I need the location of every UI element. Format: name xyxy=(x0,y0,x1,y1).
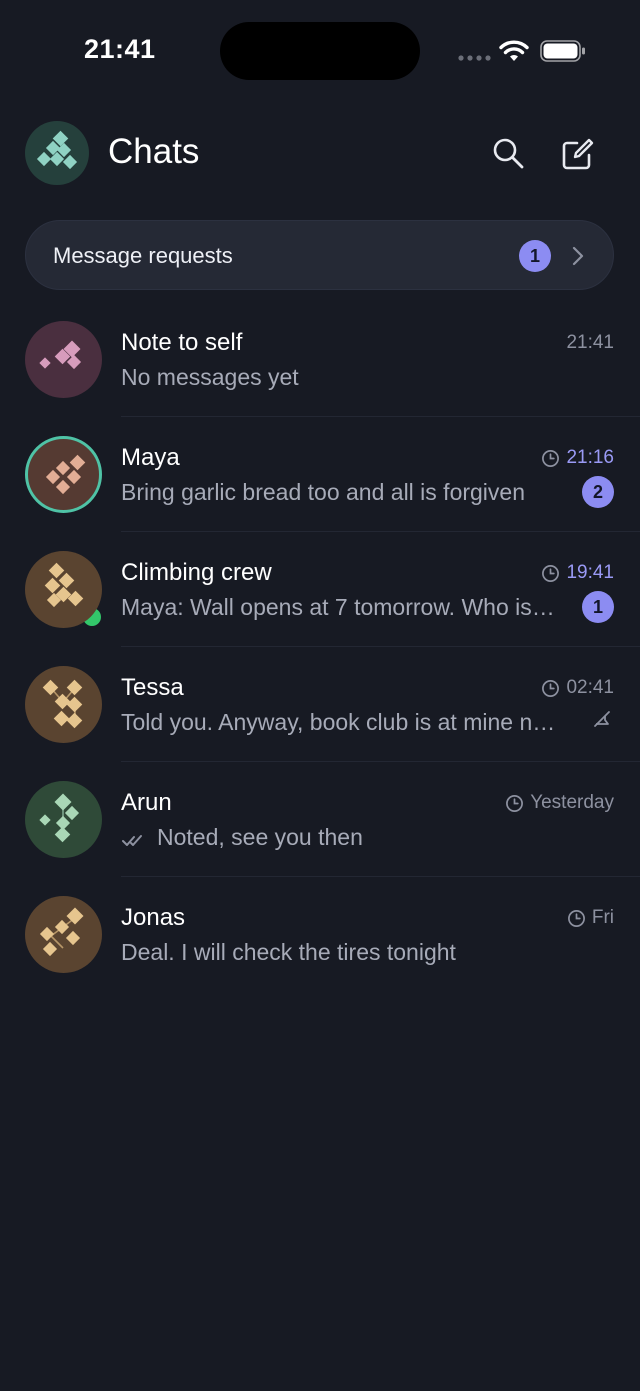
chat-name: Tessa xyxy=(121,674,184,701)
message-requests-button[interactable]: Message requests 1 xyxy=(25,220,614,290)
avatar xyxy=(25,321,102,398)
profile-avatar[interactable] xyxy=(25,121,89,185)
chat-time: Fri xyxy=(567,907,614,929)
wifi-icon xyxy=(499,40,529,61)
avatar-pattern xyxy=(42,679,83,729)
chat-time: 21:16 xyxy=(541,447,614,469)
chat-name: Maya xyxy=(121,444,180,471)
page-title: Chats xyxy=(108,132,200,171)
avatar-pattern xyxy=(39,907,84,957)
avatar xyxy=(25,781,102,858)
chat-time: 02:41 xyxy=(541,677,614,699)
chat-row-maya[interactable]: Maya Bring garlic bread too and all is f… xyxy=(0,417,640,629)
chat-name: Note to self xyxy=(121,329,243,356)
chat-name: Climbing crew xyxy=(121,559,272,586)
avatar xyxy=(25,896,102,973)
avatar xyxy=(25,551,102,628)
chat-name: Jonas xyxy=(121,904,186,931)
profile-avatar-pattern xyxy=(36,130,78,170)
chats-screen: 21:41 Chats Message requests 1 Note to s… xyxy=(0,0,640,1391)
chat-time-label: Yesterday xyxy=(530,792,614,813)
signal-icon xyxy=(458,55,491,61)
message-requests-label: Message requests xyxy=(53,243,233,268)
chat-row-note-to-self[interactable]: Note to self No messages yet 21:41 xyxy=(0,302,640,417)
chat-time-label: Fri xyxy=(591,907,614,928)
chat-row-arun[interactable]: Arun Noted, see you then Yesterday xyxy=(0,762,640,877)
message-requests-count-badge: 1 xyxy=(519,240,551,272)
chat-preview: Deal. I will check the tires tonight xyxy=(121,939,456,965)
search-icon xyxy=(493,138,524,169)
chat-preview: Noted, see you then xyxy=(157,824,363,850)
compose-icon xyxy=(562,138,594,170)
clock-icon xyxy=(567,909,585,927)
clock-icon xyxy=(506,794,524,812)
chat-preview: Maya: Wall opens at 7 tomorrow. Who is i… xyxy=(121,594,561,620)
battery-icon xyxy=(540,40,585,62)
avatar-pattern xyxy=(45,454,86,495)
chevron-right-icon xyxy=(572,246,584,266)
clock-icon xyxy=(542,564,560,582)
chat-time-label: 19:41 xyxy=(566,562,614,583)
chat-row-jonas[interactable]: Jonas Deal. I will check the tires tonig… xyxy=(0,877,640,992)
avatar-pattern xyxy=(39,340,82,370)
status-bar: 21:41 xyxy=(0,0,640,100)
clock-icon xyxy=(542,449,560,467)
search-button[interactable] xyxy=(487,132,531,176)
unread-count-badge: 2 xyxy=(582,476,614,508)
status-time: 21:41 xyxy=(84,34,156,64)
avatar-pattern xyxy=(44,562,84,608)
chat-preview: No messages yet xyxy=(121,364,299,390)
chat-list: Note to self No messages yet 21:41 Maya … xyxy=(0,302,640,992)
read-check-icon xyxy=(122,835,142,846)
unread-count-badge: 1 xyxy=(582,591,614,623)
dynamic-island xyxy=(220,22,420,80)
chat-row-tessa[interactable]: Tessa Told you. Anyway, book club is at … xyxy=(0,647,640,762)
avatar xyxy=(25,436,102,513)
chat-time-label: 02:41 xyxy=(566,677,614,698)
avatar xyxy=(25,666,102,743)
compose-button[interactable] xyxy=(556,132,600,176)
chat-time: 21:41 xyxy=(566,332,614,354)
chat-preview: Told you. Anyway, book club is at mine n… xyxy=(121,709,561,735)
chat-time: 19:41 xyxy=(541,562,614,584)
chat-time: Yesterday xyxy=(505,792,614,814)
muted-bell-icon xyxy=(594,711,610,727)
chat-row-climbing-crew[interactable]: Climbing crew Maya: Wall opens at 7 tomo… xyxy=(0,532,640,647)
clock-icon xyxy=(542,679,560,697)
avatar-pattern xyxy=(39,793,80,843)
chat-name: Arun xyxy=(121,789,172,816)
chat-time-label: 21:41 xyxy=(566,332,614,353)
chat-time-label: 21:16 xyxy=(566,447,614,468)
chat-preview: Bring garlic bread too and all is forgiv… xyxy=(121,479,526,505)
header: Chats xyxy=(0,110,640,200)
